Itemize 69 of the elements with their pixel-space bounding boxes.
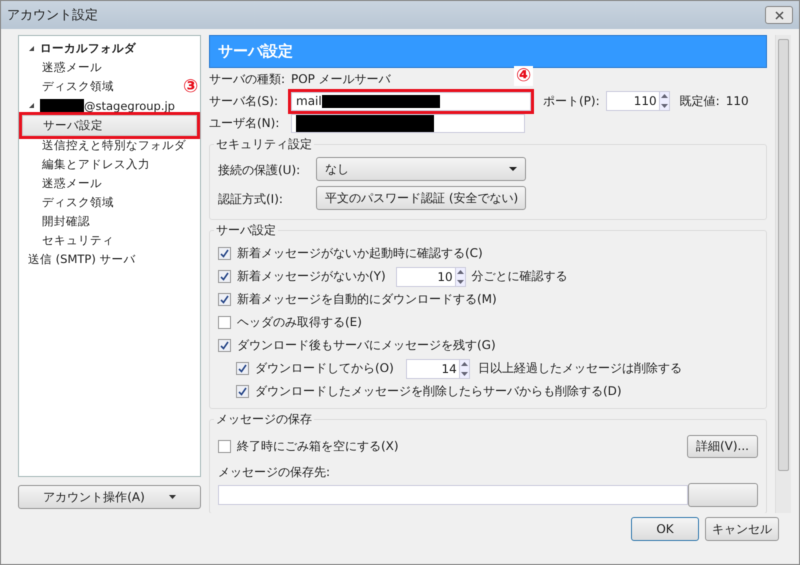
dropdown[interactable]: なし (316, 157, 526, 181)
tree-item[interactable]: 開封確認 (22, 212, 90, 231)
group-title: サーバ設定 (214, 222, 278, 239)
spinner-suffix: 日以上経過したメッセージは削除する (478, 360, 682, 377)
cancel-button[interactable]: キャンセル (705, 517, 779, 541)
checkbox-label[interactable]: 新着メッセージがないか起動時に確認する(C) (237, 245, 483, 262)
browse-button[interactable] (688, 483, 758, 507)
checkbox-label[interactable]: 新着メッセージがないか(Y) (237, 268, 386, 285)
tree-item[interactable]: ディスク領域 (22, 193, 114, 212)
caret-icon (168, 495, 176, 499)
tree-item[interactable]: @stagegroup.jp (22, 96, 175, 115)
annotation-number: ④ (514, 66, 534, 86)
scrollbar[interactable] (775, 35, 791, 513)
annotation-number: ③ (183, 78, 198, 95)
port-spinner[interactable]: 110 (606, 91, 670, 111)
advanced-button[interactable]: 詳細(V)... (686, 434, 758, 458)
tree-item[interactable]: 迷惑メール (22, 174, 102, 193)
checkbox-label[interactable]: ヘッダのみ取得する(E) (237, 314, 362, 331)
tree-item[interactable]: サーバ設定 (22, 115, 197, 136)
panel-header: サーバ設定 (209, 35, 767, 68)
field-label: サーバ名(S): (209, 92, 280, 110)
window-title: アカウント設定 (7, 7, 99, 24)
field-label: ポート(P): (543, 92, 600, 110)
field-label: 接続の保護(U): (218, 162, 302, 179)
default-port-value: 110 (726, 94, 749, 108)
tree-item[interactable]: 編集とアドレス入力 (22, 155, 150, 174)
tree-item[interactable]: 送信控えと特別なフォルダ (22, 136, 186, 155)
account-actions-button[interactable]: アカウント操作(A) (18, 485, 201, 509)
default-port-label: 既定値: (680, 92, 720, 110)
folder-path-field[interactable] (218, 485, 688, 505)
checkbox[interactable] (218, 339, 231, 352)
tree-item[interactable]: 迷惑メール (22, 58, 102, 77)
close-button[interactable] (765, 6, 793, 24)
tree-item[interactable]: ローカルフォルダ (22, 39, 136, 58)
group-title: セキュリティ設定 (214, 136, 314, 153)
caret-icon (509, 167, 517, 171)
spin-arrows-icon (460, 360, 469, 378)
field-label: サーバの種類: (209, 70, 285, 88)
field-label: ユーザ名(N): (209, 114, 280, 132)
field-label: 認証方式(I): (218, 191, 284, 208)
checkbox-label[interactable]: ダウンロードしたメッセージを削除したらサーバからも削除する(D) (255, 383, 622, 400)
spin-arrows-icon (660, 92, 669, 110)
checkbox[interactable] (218, 293, 231, 306)
checkbox[interactable] (218, 270, 231, 283)
close-icon (774, 10, 784, 20)
field-label: メッセージの保存先: (218, 464, 330, 481)
server-type-value: POP メールサーバ (291, 70, 391, 88)
checkbox-label[interactable]: 終了時にごみ箱を空にする(X) (237, 438, 399, 454)
spinner-suffix: 分ごとに確認する (472, 268, 568, 285)
checkbox[interactable] (218, 440, 231, 452)
tree-item[interactable]: セキュリティ (22, 231, 114, 250)
tree-item[interactable]: 送信 (SMTP) サーバ (22, 250, 136, 269)
checkbox-label[interactable]: 新着メッセージを自動的にダウンロードする(M) (237, 291, 497, 308)
number-spinner[interactable]: 14 (406, 358, 470, 378)
ok-button[interactable]: OK (631, 517, 699, 541)
checkbox[interactable] (218, 247, 231, 260)
checkbox[interactable] (218, 316, 231, 329)
spin-arrows-icon (456, 268, 465, 286)
checkbox-label[interactable]: ダウンロードしてから(O) (255, 360, 394, 377)
user-name-field[interactable] (291, 114, 525, 132)
expander-icon[interactable] (28, 45, 35, 52)
dropdown[interactable]: 平文のパスワード認証 (安全でない) (316, 186, 526, 210)
checkbox[interactable] (236, 385, 249, 398)
number-spinner[interactable]: 10 (396, 266, 466, 286)
group-title: メッセージの保存 (214, 411, 314, 428)
checkbox-label[interactable]: ダウンロード後もサーバにメッセージを残す(G) (237, 337, 496, 354)
tree-item[interactable]: ディスク領域 (22, 77, 114, 96)
checkbox[interactable] (236, 362, 249, 375)
expander-icon[interactable] (28, 102, 35, 109)
